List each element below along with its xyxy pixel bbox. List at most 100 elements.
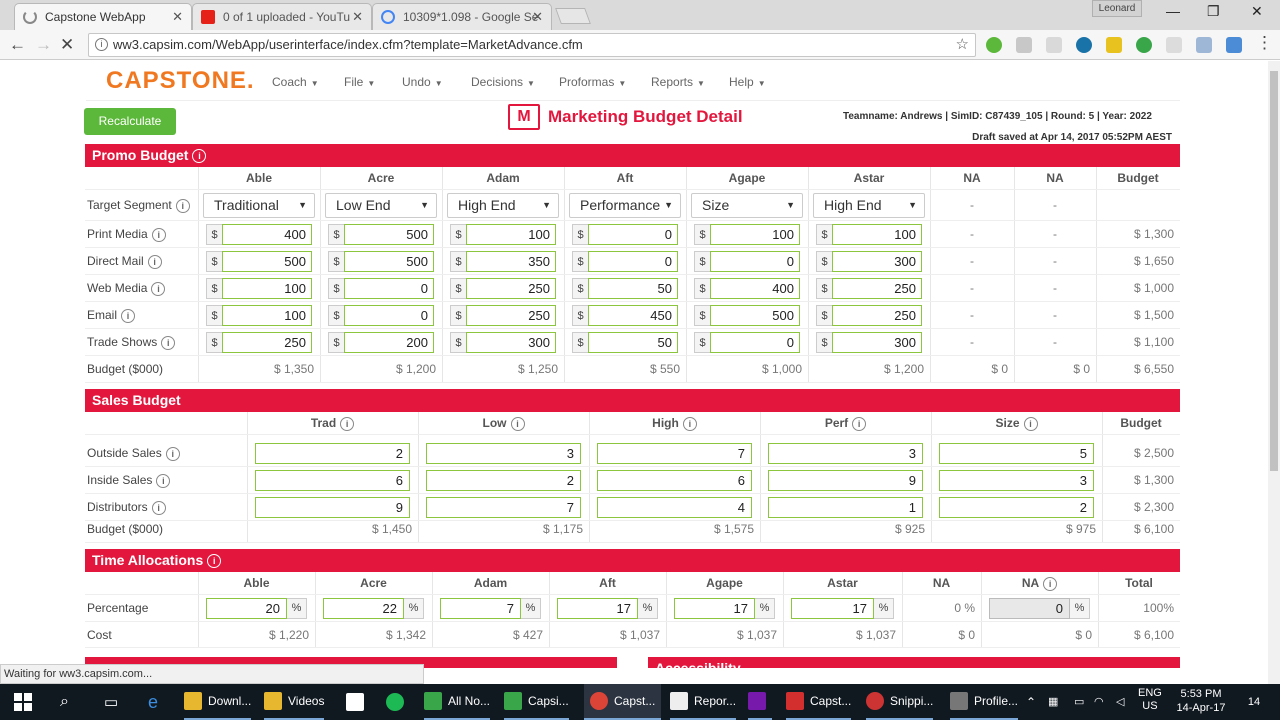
amount-value[interactable]: 100 (466, 224, 556, 245)
time-percentage-input[interactable]: 17% (791, 598, 894, 619)
taskbar-report[interactable]: Repor... (670, 684, 737, 720)
amount-value[interactable]: 350 (466, 251, 556, 272)
page-scrollbar[interactable] (1268, 61, 1280, 685)
promo-amount-input[interactable]: $500 (328, 251, 434, 272)
percentage-value[interactable]: 17 (791, 598, 874, 619)
download-icon[interactable] (1196, 37, 1212, 53)
promo-amount-input[interactable]: $100 (450, 224, 556, 245)
store-icon[interactable] (346, 684, 370, 720)
amount-value[interactable]: 200 (344, 332, 434, 353)
amount-value[interactable]: 450 (588, 305, 678, 326)
promo-amount-input[interactable]: $0 (572, 251, 678, 272)
amount-value[interactable]: 0 (344, 278, 434, 299)
percentage-value[interactable]: 20 (206, 598, 287, 619)
promo-amount-input[interactable]: $500 (206, 251, 312, 272)
taskbar-all-notes[interactable]: All No... (424, 684, 491, 720)
extension-icon[interactable] (986, 37, 1002, 53)
promo-amount-input[interactable]: $500 (328, 224, 434, 245)
promo-amount-input[interactable]: $100 (816, 224, 922, 245)
sales-count-input[interactable]: 3 (939, 470, 1094, 491)
amount-value[interactable]: 250 (832, 305, 922, 326)
amount-value[interactable]: 50 (588, 332, 678, 353)
percentage-value[interactable]: 7 (440, 598, 521, 619)
info-icon[interactable]: i (151, 500, 166, 515)
info-icon[interactable]: i (340, 416, 355, 431)
amount-value[interactable]: 500 (344, 224, 434, 245)
onenote-icon[interactable] (748, 684, 772, 720)
promo-amount-input[interactable]: $450 (572, 305, 678, 326)
info-icon[interactable]: i (1023, 416, 1038, 431)
sales-count-input[interactable]: 6 (255, 470, 410, 491)
time-percentage-input[interactable]: 17% (557, 598, 658, 619)
extension-icon[interactable] (1046, 37, 1062, 53)
volume-icon[interactable]: ◁ (1116, 684, 1124, 720)
promo-amount-input[interactable]: $400 (694, 278, 800, 299)
promo-amount-input[interactable]: $300 (450, 332, 556, 353)
sales-count-input[interactable]: 9 (255, 497, 410, 518)
close-tab-icon[interactable]: ✕ (352, 9, 363, 25)
promo-amount-input[interactable]: $250 (816, 305, 922, 326)
taskbar-snipping[interactable]: Snippi... (866, 684, 934, 720)
battery-icon[interactable]: ▭ (1074, 684, 1084, 720)
taskbar-capstone-pdf[interactable]: Capst... (786, 684, 852, 720)
taskbar-chrome-capstone[interactable]: Capst... (584, 684, 662, 720)
notifications-icon[interactable]: 14 (1244, 693, 1264, 711)
info-icon[interactable]: i (156, 473, 171, 488)
promo-amount-input[interactable]: $0 (572, 224, 678, 245)
amount-value[interactable]: 250 (466, 305, 556, 326)
amount-value[interactable]: 0 (588, 251, 678, 272)
bookmark-star-icon[interactable]: ☆ (956, 34, 969, 56)
info-icon[interactable]: i (151, 281, 166, 296)
time-percentage-input[interactable]: 20% (206, 598, 307, 619)
wifi-icon[interactable]: ◠ (1094, 684, 1104, 720)
target-segment-select[interactable]: High End ▼ (813, 193, 925, 218)
promo-amount-input[interactable]: $0 (694, 251, 800, 272)
target-segment-select[interactable]: Low End ▼ (325, 193, 437, 218)
taskbar-capsim[interactable]: Capsi... (504, 684, 569, 720)
amount-value[interactable]: 0 (710, 332, 800, 353)
menu-decisions[interactable]: Decisions ▼ (471, 75, 535, 89)
sales-count-input[interactable]: 7 (426, 497, 581, 518)
info-icon[interactable]: i (147, 254, 162, 269)
info-icon[interactable]: i (510, 416, 525, 431)
amount-value[interactable]: 100 (710, 224, 800, 245)
info-icon[interactable]: i (682, 416, 697, 431)
extension-icon[interactable] (1226, 37, 1242, 53)
promo-amount-input[interactable]: $400 (206, 224, 312, 245)
promo-amount-input[interactable]: $350 (450, 251, 556, 272)
menu-coach[interactable]: Coach ▼ (272, 75, 319, 89)
edge-icon[interactable]: e (148, 684, 158, 720)
promo-amount-input[interactable]: $250 (450, 305, 556, 326)
tab-youtube[interactable]: 0 of 1 uploaded - YouTu ✕ (192, 3, 372, 30)
network-icon[interactable]: ▦ (1048, 684, 1058, 720)
tab-capstone-webapp[interactable]: Capstone WebApp ✕ (14, 3, 192, 30)
sales-count-input[interactable]: 2 (939, 497, 1094, 518)
amount-value[interactable]: 500 (222, 251, 312, 272)
promo-amount-input[interactable]: $100 (694, 224, 800, 245)
promo-amount-input[interactable]: $0 (328, 305, 434, 326)
info-icon[interactable]: i (192, 149, 207, 164)
amount-value[interactable]: 300 (832, 251, 922, 272)
sales-count-input[interactable]: 3 (768, 443, 923, 464)
promo-amount-input[interactable]: $250 (206, 332, 312, 353)
back-icon[interactable]: ← (9, 35, 26, 55)
amount-value[interactable]: 400 (222, 224, 312, 245)
promo-amount-input[interactable]: $250 (816, 278, 922, 299)
promo-amount-input[interactable]: $500 (694, 305, 800, 326)
amount-value[interactable]: 500 (344, 251, 434, 272)
promo-amount-input[interactable]: $200 (328, 332, 434, 353)
amount-value[interactable]: 250 (222, 332, 312, 353)
target-segment-select[interactable]: Size ▼ (691, 193, 803, 218)
menu-file[interactable]: File ▼ (344, 75, 375, 89)
amount-value[interactable]: 0 (710, 251, 800, 272)
extension-icon[interactable] (1076, 37, 1092, 53)
sales-count-input[interactable]: 6 (597, 470, 752, 491)
stop-icon[interactable]: ✕ (60, 35, 74, 55)
percentage-value[interactable]: 22 (323, 598, 404, 619)
extension-icon[interactable] (1136, 37, 1152, 53)
amount-value[interactable]: 500 (710, 305, 800, 326)
extension-icon[interactable] (1166, 37, 1182, 53)
sales-count-input[interactable]: 1 (768, 497, 923, 518)
target-segment-select[interactable]: Traditional ▼ (203, 193, 315, 218)
info-icon[interactable]: i (151, 227, 166, 242)
